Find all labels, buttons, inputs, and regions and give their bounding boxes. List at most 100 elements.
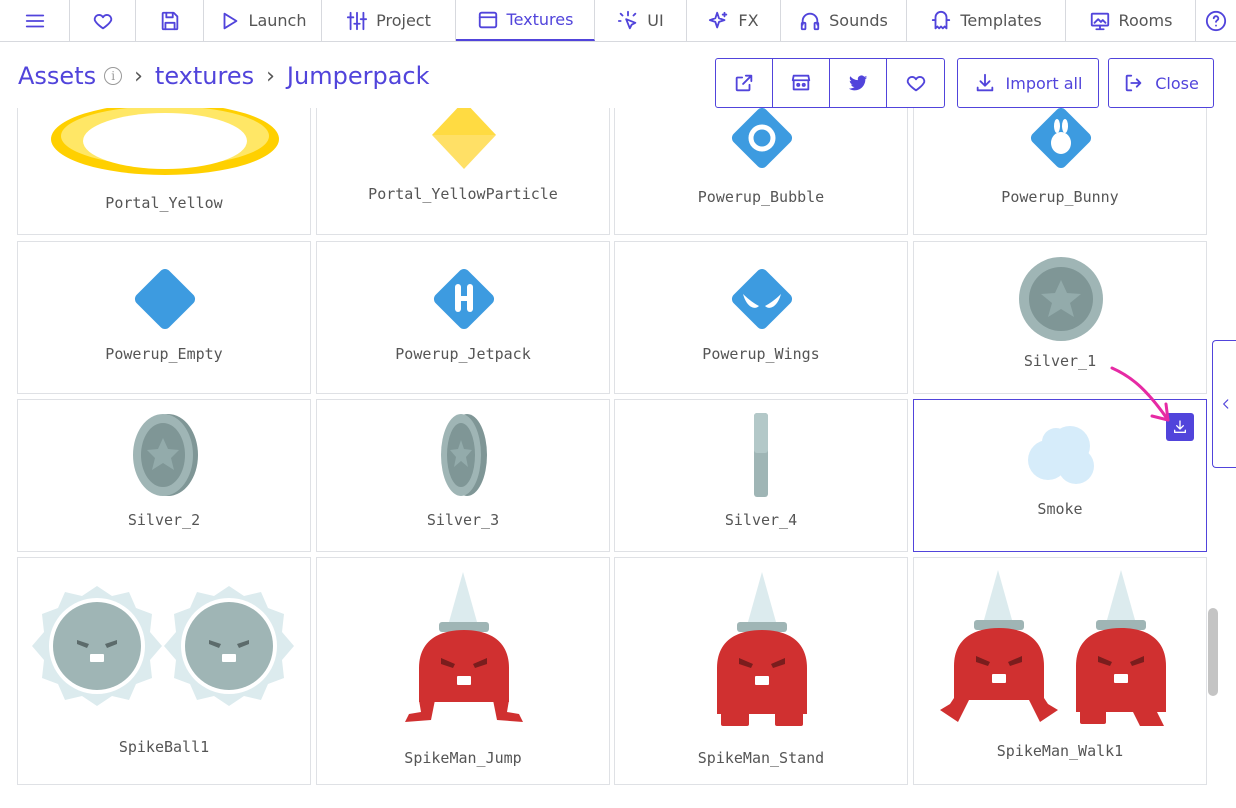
- headphones-icon: [800, 12, 820, 30]
- breadcrumb-textures[interactable]: textures: [155, 62, 254, 90]
- external-link-icon: [735, 74, 753, 92]
- spikeman-jump-image: [405, 572, 523, 722]
- powerup-wings-image: [731, 268, 793, 330]
- breadcrumb: Assets i › textures › Jumperpack: [18, 58, 430, 94]
- close-button[interactable]: Close: [1108, 58, 1214, 108]
- powerup-empty-image: [134, 268, 196, 330]
- asset-card[interactable]: Powerup_Empty: [17, 241, 311, 394]
- asset-name: Powerup_Empty: [105, 345, 223, 363]
- asset-card[interactable]: SpikeMan_Stand: [614, 557, 908, 785]
- asset-card[interactable]: SpikeMan_Jump: [316, 557, 610, 785]
- tab-sounds-label: Sounds: [829, 11, 888, 30]
- asset-card[interactable]: Portal_YellowParticle: [316, 108, 610, 235]
- powerup-bunny-image: [1030, 108, 1092, 169]
- powerup-jetpack-image: [433, 268, 495, 330]
- save-button[interactable]: [136, 0, 204, 41]
- asset-card[interactable]: Silver_2: [17, 399, 311, 552]
- import-all-button[interactable]: Import all: [957, 58, 1099, 108]
- smoke-image: [1028, 426, 1094, 484]
- tab-project-label: Project: [376, 11, 431, 30]
- info-icon[interactable]: i: [104, 67, 123, 85]
- tab-sounds[interactable]: Sounds: [781, 0, 907, 41]
- chevron-right-icon: ›: [266, 63, 275, 89]
- asset-grid: Portal_Yellow Portal_YellowParticle Powe…: [0, 108, 1236, 808]
- silver-coin-edge-image: [754, 413, 768, 497]
- asset-name: Smoke: [1037, 500, 1083, 518]
- silver-coin-image: [1019, 257, 1103, 341]
- twitter-icon: [848, 75, 868, 91]
- ghost-icon: [932, 10, 951, 29]
- silver-coin-image: [133, 414, 198, 496]
- tab-templates[interactable]: Templates: [907, 0, 1066, 41]
- portal-yellow-particle-image: [432, 108, 496, 169]
- asset-name: Portal_YellowParticle: [368, 185, 558, 203]
- asset-name: Powerup_Bubble: [697, 188, 825, 206]
- asset-card[interactable]: Powerup_Bunny: [913, 108, 1207, 235]
- asset-name: Portal_Yellow: [105, 194, 223, 212]
- import-all-label: Import all: [1005, 73, 1083, 93]
- portal-yellow-image: [51, 108, 279, 175]
- sparkles-icon: [709, 11, 728, 28]
- tab-fx-label: FX: [738, 11, 759, 30]
- asset-name: Silver_2: [127, 511, 201, 529]
- menu-button[interactable]: [0, 0, 70, 41]
- asset-card[interactable]: Portal_Yellow: [17, 108, 311, 235]
- asset-name: Silver_3: [426, 511, 500, 529]
- help-button[interactable]: [1196, 0, 1236, 41]
- tab-ui[interactable]: UI: [595, 0, 687, 41]
- breadcrumb-jumperpack: Jumperpack: [286, 62, 430, 90]
- like-button[interactable]: [887, 59, 944, 107]
- tab-templates-label: Templates: [960, 11, 1042, 30]
- spikeball-image: [32, 586, 294, 706]
- tab-textures-label: Textures: [506, 10, 574, 29]
- asset-name: Powerup_Wings: [702, 345, 820, 363]
- top-toolbar: Launch Project Textures UI FX Sounds Tem…: [0, 0, 1236, 42]
- silver-coin-image: [441, 414, 487, 496]
- question-icon: [1205, 10, 1227, 31]
- logout-icon: [1125, 74, 1142, 92]
- share-button-group: [715, 58, 945, 108]
- favorite-button[interactable]: [70, 0, 136, 41]
- chevron-right-icon: ›: [134, 63, 143, 89]
- tab-rooms[interactable]: Rooms: [1066, 0, 1196, 41]
- tab-fx[interactable]: FX: [687, 0, 781, 41]
- breadcrumb-assets[interactable]: Assets: [18, 62, 96, 90]
- tab-textures[interactable]: Textures: [456, 0, 595, 41]
- asset-name: SpikeMan_Stand: [697, 749, 825, 767]
- close-label: Close: [1155, 73, 1199, 93]
- sliders-icon: [347, 11, 368, 30]
- save-icon: [161, 11, 178, 30]
- tab-ui-label: UI: [647, 11, 664, 30]
- spikeman-stand-image: [717, 572, 807, 726]
- chevron-left-icon: [1222, 399, 1228, 409]
- side-panel-toggle[interactable]: [1212, 340, 1236, 468]
- asset-card[interactable]: Silver_4: [614, 399, 908, 552]
- asset-card[interactable]: Powerup_Wings: [614, 241, 908, 394]
- asset-card[interactable]: Powerup_Bubble: [614, 108, 908, 235]
- open-external-button[interactable]: [716, 59, 773, 107]
- spikeman-walk-image: [940, 570, 1166, 726]
- asset-card[interactable]: Silver_3: [316, 399, 610, 552]
- annotation-arrow-icon: [1110, 366, 1170, 422]
- asset-name: SpikeBall1: [118, 738, 210, 756]
- itch-store-icon: [791, 74, 811, 91]
- play-icon: [223, 12, 237, 29]
- tab-launch[interactable]: Launch: [204, 0, 322, 41]
- download-icon: [976, 73, 993, 92]
- monitor-image-icon: [1090, 12, 1109, 30]
- twitter-button[interactable]: [830, 59, 887, 107]
- asset-name: Silver_4: [724, 511, 798, 529]
- asset-card[interactable]: SpikeMan_Walk1: [913, 557, 1207, 785]
- download-icon: [1174, 420, 1186, 433]
- scrollbar-thumb[interactable]: [1208, 608, 1218, 696]
- asset-card[interactable]: SpikeBall1: [17, 557, 311, 785]
- asset-card[interactable]: Powerup_Jetpack: [316, 241, 610, 394]
- tab-launch-label: Launch: [248, 11, 307, 30]
- texture-icon: [478, 11, 497, 28]
- tab-project[interactable]: Project: [322, 0, 456, 41]
- powerup-bubble-image: [731, 108, 793, 169]
- tab-rooms-label: Rooms: [1118, 11, 1173, 30]
- itch-store-button[interactable]: [773, 59, 830, 107]
- heart-icon: [906, 76, 925, 92]
- cursor-click-icon: [618, 10, 637, 29]
